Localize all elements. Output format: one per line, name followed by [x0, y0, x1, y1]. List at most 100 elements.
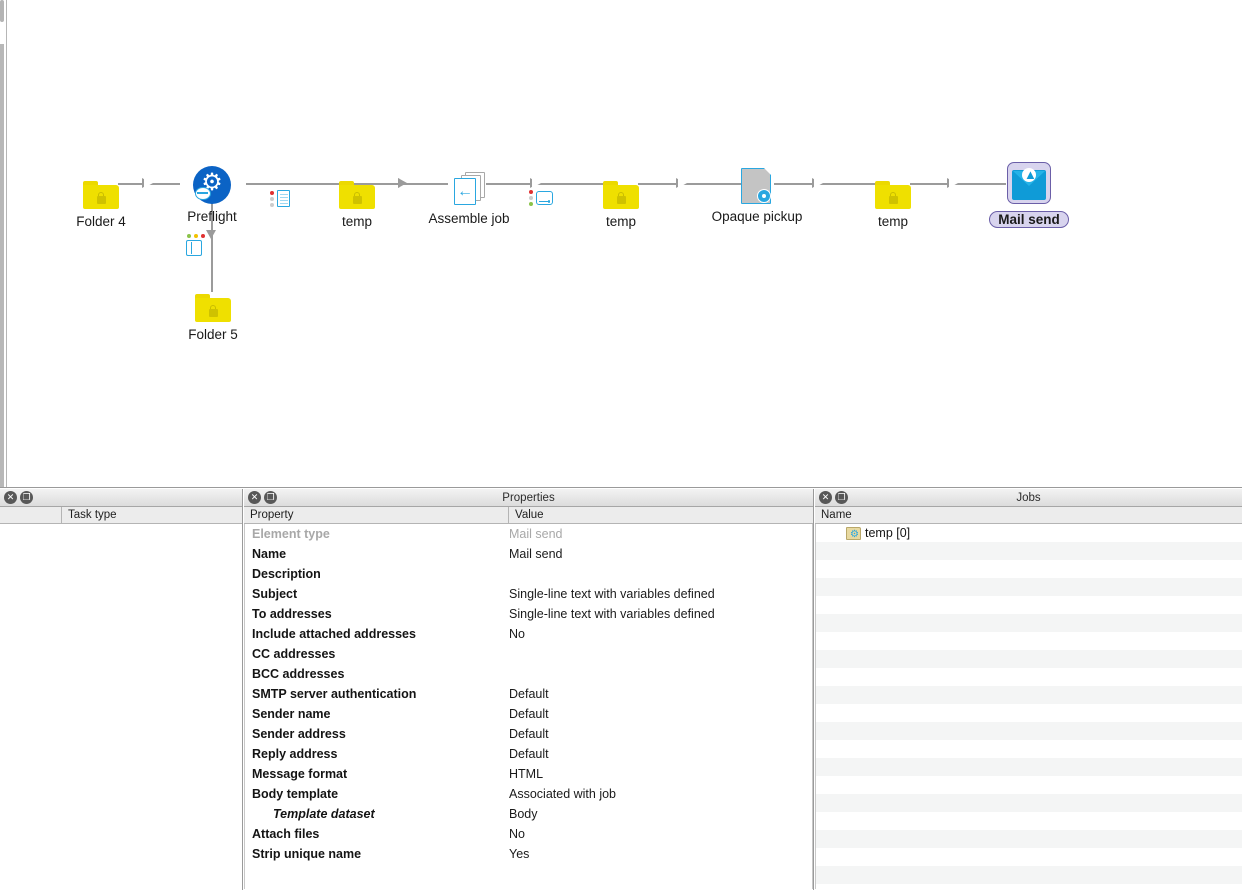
properties-panel-body[interactable]: Element type Mail send Name Mail send Descri… — [244, 524, 813, 889]
property-row[interactable]: Attach files No — [245, 824, 812, 844]
flow-node-folder5[interactable]: Folder 5 — [148, 278, 278, 342]
property-row[interactable]: Description — [245, 564, 812, 584]
property-row[interactable]: Template dataset Body — [245, 804, 812, 824]
flow-node-temp2[interactable]: temp — [556, 165, 686, 229]
flow-node-label: Folder 5 — [188, 327, 238, 342]
property-value[interactable]: No — [509, 627, 812, 641]
property-row[interactable]: Reply address Default — [245, 744, 812, 764]
property-row[interactable]: Include attached addresses No — [245, 624, 812, 644]
tasks-panel-buttons: ✕ ❐ — [4, 491, 33, 504]
job-row-empty[interactable] — [816, 740, 1242, 758]
maximize-icon[interactable]: ❐ — [20, 491, 33, 504]
job-row-empty[interactable] — [816, 560, 1242, 578]
properties-panel: ✕ ❐ Properties Property Value Element ty… — [244, 489, 814, 890]
flow-node-label: temp — [877, 214, 908, 229]
tasks-panel-body[interactable] — [0, 524, 242, 889]
job-row-empty[interactable] — [816, 722, 1242, 740]
property-value[interactable]: Default — [509, 687, 812, 701]
property-row[interactable]: To addresses Single-line text with variab… — [245, 604, 812, 624]
flow-node-assemble-job[interactable]: ← Assemble job — [404, 162, 534, 226]
job-row-empty[interactable] — [816, 776, 1242, 794]
property-row[interactable]: BCC addresses — [245, 664, 812, 684]
property-value[interactable]: Body — [509, 807, 812, 821]
flow-node-opaque-pickup[interactable]: Opaque pickup — [692, 160, 822, 224]
maximize-icon[interactable]: ❐ — [835, 491, 848, 504]
property-name: CC addresses — [252, 647, 336, 661]
property-row[interactable]: Sender name Default — [245, 704, 812, 724]
canvas-vertical-scrollbar[interactable] — [0, 0, 7, 487]
property-row[interactable]: CC addresses — [245, 644, 812, 664]
connection-icon-drive[interactable] — [529, 190, 553, 206]
job-row-empty[interactable] — [816, 794, 1242, 812]
flow-canvas[interactable]: Folder 4 ⚙ Preflight temp ← Assemble job… — [0, 0, 1242, 488]
property-value[interactable]: No — [509, 827, 812, 841]
properties-column-value[interactable]: Value — [508, 507, 813, 523]
job-row-empty[interactable] — [816, 704, 1242, 722]
job-row-empty[interactable] — [816, 614, 1242, 632]
job-row-empty[interactable] — [816, 830, 1242, 848]
opaque-pickup-icon — [692, 160, 822, 204]
jobs-column-name[interactable]: Name — [815, 507, 1242, 523]
job-row-empty[interactable] — [816, 596, 1242, 614]
connection-icon-document[interactable] — [270, 190, 290, 207]
property-value[interactable]: Single-line text with variables defined — [509, 607, 812, 621]
application-window: Folder 4 ⚙ Preflight temp ← Assemble job… — [0, 0, 1242, 890]
property-name: Include attached addresses — [252, 627, 416, 641]
job-row-empty[interactable] — [816, 650, 1242, 668]
job-row-empty[interactable] — [816, 866, 1242, 884]
property-row[interactable]: Message format HTML — [245, 764, 812, 784]
tasks-column-blank[interactable] — [0, 507, 61, 523]
property-row[interactable]: Element type Mail send — [245, 524, 812, 544]
property-value[interactable]: HTML — [509, 767, 812, 781]
job-row-empty[interactable] — [816, 632, 1242, 650]
job-row[interactable]: ⚙ temp [0] — [816, 524, 1242, 542]
property-row[interactable]: Sender address Default — [245, 724, 812, 744]
canvas-scroll-thumb-top[interactable] — [0, 0, 4, 22]
flow-node-mail-send[interactable]: ▲ Mail send — [964, 162, 1094, 229]
job-row-empty[interactable] — [816, 686, 1242, 704]
job-row-empty[interactable] — [816, 848, 1242, 866]
tasks-column-task-type[interactable]: Task type — [61, 507, 242, 523]
jobs-panel-titlebar: ✕ ❐ Jobs — [815, 489, 1242, 507]
maximize-icon[interactable]: ❐ — [264, 491, 277, 504]
property-value[interactable]: Default — [509, 727, 812, 741]
tasks-column-header: Task type — [0, 507, 242, 524]
job-row-empty[interactable] — [816, 542, 1242, 560]
property-name: Name — [252, 547, 287, 561]
flow-node-label: Assemble job — [428, 211, 510, 226]
job-row-empty[interactable] — [816, 812, 1242, 830]
flow-node-label: Mail send — [989, 211, 1069, 228]
close-icon[interactable]: ✕ — [819, 491, 832, 504]
job-row-empty[interactable] — [816, 668, 1242, 686]
property-value[interactable]: Mail send — [509, 527, 812, 541]
property-row[interactable]: SMTP server authentication Default — [245, 684, 812, 704]
close-icon[interactable]: ✕ — [4, 491, 17, 504]
job-row-empty[interactable] — [816, 884, 1242, 889]
connection-icon-book[interactable] — [186, 234, 205, 256]
property-value[interactable]: Yes — [509, 847, 812, 861]
property-name: Reply address — [252, 747, 338, 761]
property-name: Strip unique name — [252, 847, 362, 861]
property-value[interactable]: Single-line text with variables defined — [509, 587, 812, 601]
properties-panel-titlebar: ✕ ❐ Properties — [244, 489, 813, 507]
property-row[interactable]: Subject Single-line text with variables d… — [245, 584, 812, 604]
property-name: Message format — [252, 767, 348, 781]
close-icon[interactable]: ✕ — [248, 491, 261, 504]
property-value[interactable]: Mail send — [509, 547, 812, 561]
status-dots — [270, 190, 274, 207]
flow-node-temp3[interactable]: temp — [828, 165, 958, 229]
job-row-empty[interactable] — [816, 578, 1242, 596]
properties-column-property[interactable]: Property — [244, 507, 508, 523]
property-value[interactable]: Associated with job — [509, 787, 812, 801]
jobs-panel-body[interactable]: ⚙ temp [0] — [815, 524, 1242, 889]
flow-node-temp1[interactable]: temp — [292, 165, 422, 229]
property-value[interactable]: Default — [509, 747, 812, 761]
canvas-scroll-thumb[interactable] — [0, 44, 4, 487]
property-row[interactable]: Name Mail send — [245, 544, 812, 564]
tasks-panel-titlebar: ✕ ❐ — [0, 489, 242, 507]
flow-node-preflight[interactable]: ⚙ Preflight — [147, 160, 277, 224]
property-row[interactable]: Body template Associated with job — [245, 784, 812, 804]
property-value[interactable]: Default — [509, 707, 812, 721]
job-row-empty[interactable] — [816, 758, 1242, 776]
property-row[interactable]: Strip unique name Yes — [245, 844, 812, 864]
